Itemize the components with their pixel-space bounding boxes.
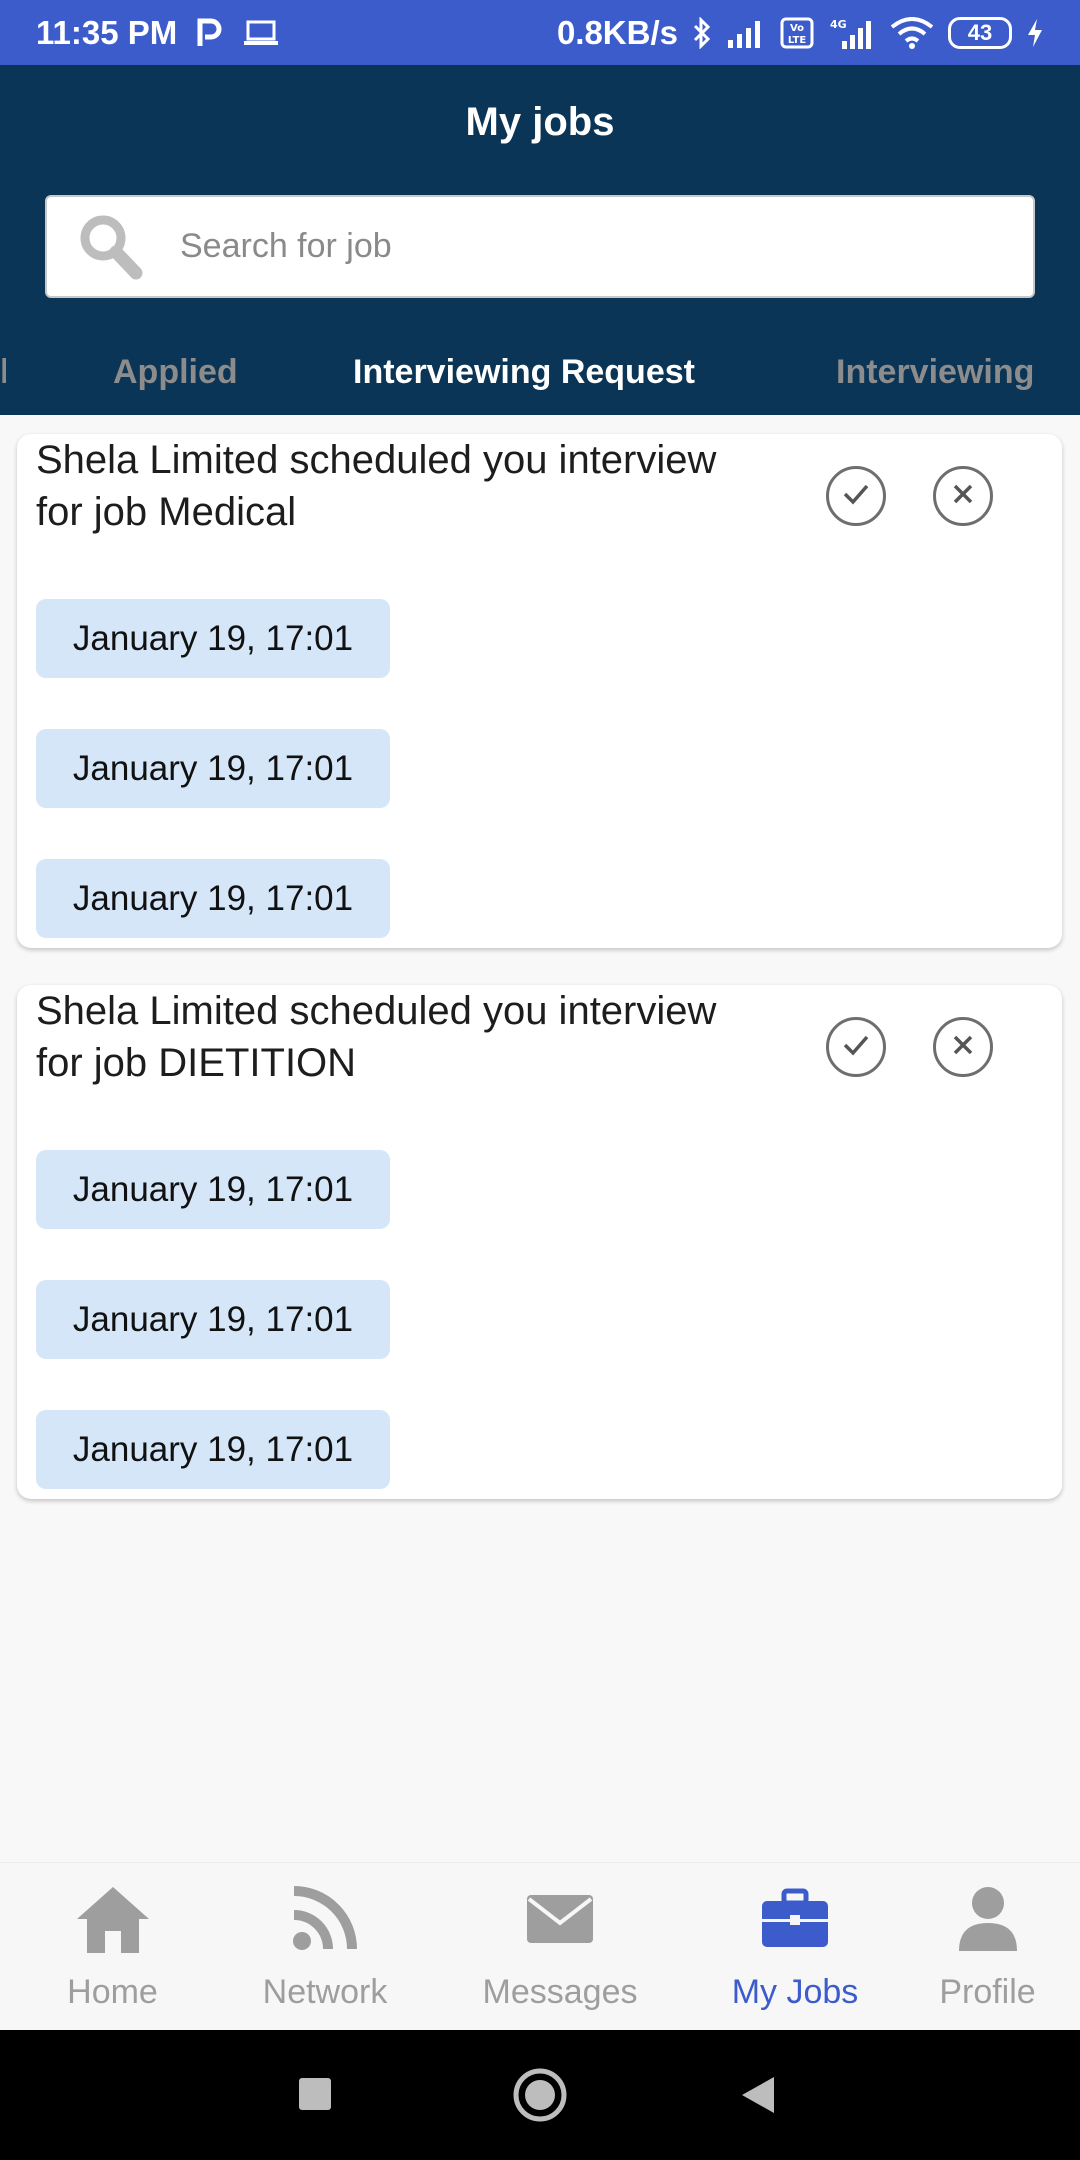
page-title: My jobs xyxy=(465,100,615,144)
wifi-icon xyxy=(890,16,934,49)
volte-icon: Vo LTE xyxy=(780,17,814,49)
battery-level: 43 xyxy=(967,19,993,45)
svg-text:LTE: LTE xyxy=(788,35,807,46)
nav-label: Messages xyxy=(482,1973,638,2011)
user-icon xyxy=(953,1883,1023,1958)
battery-icon: 43 xyxy=(948,16,1012,49)
signal-icon xyxy=(726,18,766,48)
briefcase-icon xyxy=(760,1883,830,1958)
date-chip[interactable]: January 19, 17:01 xyxy=(36,729,390,808)
nav-home[interactable]: Home xyxy=(30,1863,195,2031)
back-button[interactable] xyxy=(740,2075,776,2120)
status-bar: 11:35 PM 0.8KB/s Vo LTE 4G 43 xyxy=(0,0,1080,65)
date-chip[interactable]: January 19, 17:01 xyxy=(36,859,390,938)
system-nav-bar xyxy=(0,2030,1080,2160)
envelope-icon xyxy=(525,1883,595,1958)
tab-applied[interactable]: Applied xyxy=(113,353,238,392)
nav-label: Home xyxy=(67,1973,158,2011)
interview-card: Shela Limited scheduled you interview fo… xyxy=(17,985,1062,1499)
search-input[interactable] xyxy=(180,227,980,266)
accept-button[interactable] xyxy=(826,1017,886,1077)
nav-messages[interactable]: Messages xyxy=(465,1863,655,2031)
svg-text:4G: 4G xyxy=(830,18,847,31)
status-left: 11:35 PM xyxy=(36,14,279,52)
interview-card: Shela Limited scheduled you interview fo… xyxy=(17,434,1062,948)
search-icon xyxy=(72,207,152,287)
laptop-icon xyxy=(243,19,279,47)
bluetooth-icon xyxy=(692,16,712,49)
4g-signal-icon: 4G xyxy=(828,17,876,49)
screen: 11:35 PM 0.8KB/s Vo LTE 4G 43 My jobs Se… xyxy=(0,0,1080,2160)
tab-partial-hidden[interactable]: l xyxy=(0,353,6,391)
home-button[interactable] xyxy=(512,2067,568,2128)
parking-icon xyxy=(197,18,223,48)
tab-bar: l Applied Interviewing Request Interview… xyxy=(0,345,1080,415)
tab-interviewing-request[interactable]: Interviewing Request xyxy=(353,353,695,392)
svg-text:Vo: Vo xyxy=(790,23,804,34)
nav-label: Network xyxy=(262,1973,388,2011)
tab-interviewing[interactable]: Interviewing xyxy=(836,353,1034,392)
recents-button[interactable] xyxy=(298,2077,332,2116)
rss-icon xyxy=(290,1883,360,1958)
card-title: Shela Limited scheduled you interview fo… xyxy=(36,989,717,1085)
date-chip[interactable]: January 19, 17:01 xyxy=(36,599,390,678)
nav-label: My Jobs xyxy=(731,1973,859,2011)
check-icon xyxy=(842,479,870,513)
status-time: 11:35 PM xyxy=(36,13,178,51)
search-bar[interactable] xyxy=(45,195,1035,298)
bottom-nav: Home Network Messages My Jobs Profile xyxy=(0,1862,1080,2030)
date-chip[interactable]: January 19, 17:01 xyxy=(36,1410,390,1489)
nav-profile[interactable]: Profile xyxy=(920,1863,1055,2031)
status-right: 0.8KB/s Vo LTE 4G 43 xyxy=(557,14,1044,52)
date-chip[interactable]: January 19, 17:01 xyxy=(36,1150,390,1229)
network-speed: 0.8KB/s xyxy=(556,13,678,51)
charging-icon xyxy=(1026,18,1044,48)
header: My jobs l Applied Interviewing Request I… xyxy=(0,65,1080,415)
nav-label: Profile xyxy=(939,1973,1036,2011)
nav-network[interactable]: Network xyxy=(240,1863,410,2031)
check-icon xyxy=(842,1030,870,1064)
card-title: Shela Limited scheduled you interview fo… xyxy=(36,438,717,534)
nav-my-jobs[interactable]: My Jobs xyxy=(715,1863,875,2031)
accept-button[interactable] xyxy=(826,466,886,526)
close-icon xyxy=(952,1030,974,1064)
close-icon xyxy=(952,479,974,513)
home-icon xyxy=(75,1883,151,1960)
decline-button[interactable] xyxy=(933,466,993,526)
decline-button[interactable] xyxy=(933,1017,993,1077)
date-chip[interactable]: January 19, 17:01 xyxy=(36,1280,390,1359)
